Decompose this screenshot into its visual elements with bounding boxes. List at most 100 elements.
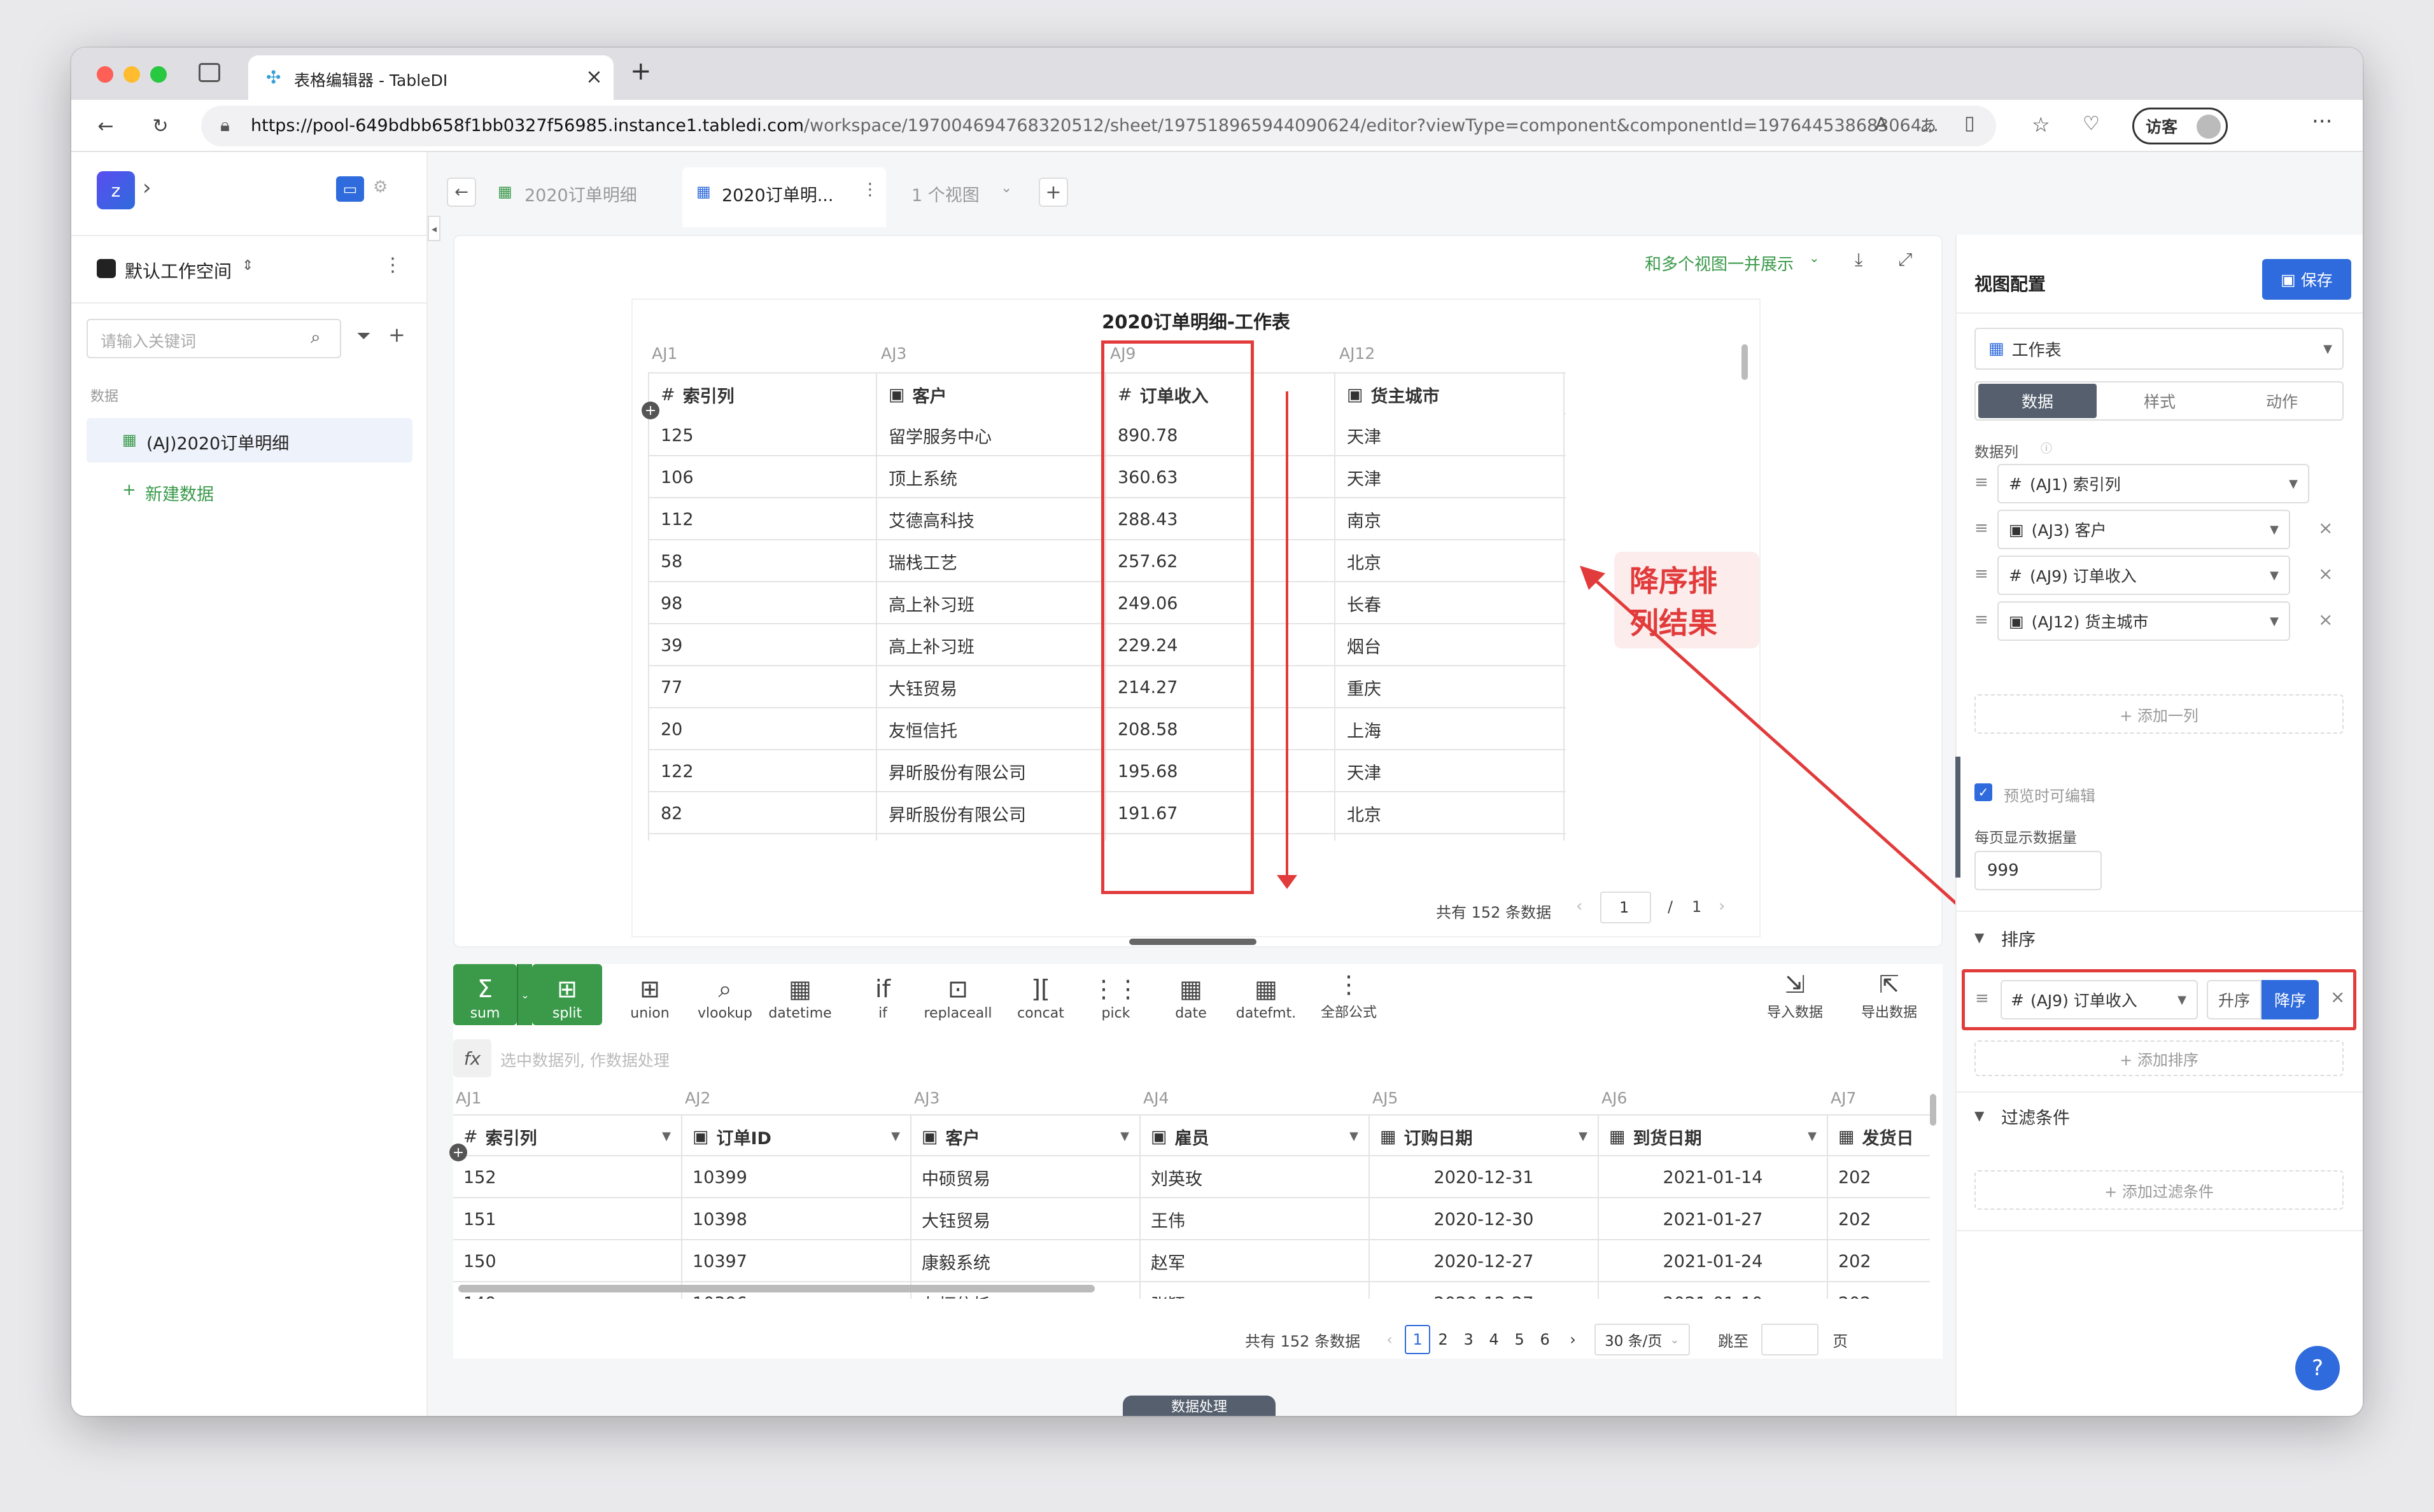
drag-handle-icon[interactable]: ≡: [1974, 610, 1988, 629]
filter-icon[interactable]: ⏷: [356, 325, 370, 347]
workspace-logo[interactable]: z: [97, 171, 135, 209]
sort-field-select[interactable]: # (AJ9) 订单收入 ▼: [2001, 980, 2198, 1019]
fullscreen-icon[interactable]: ⤢: [1898, 249, 1912, 270]
remove-column-icon[interactable]: ×: [2318, 609, 2333, 630]
add-view-button[interactable]: +: [1039, 178, 1068, 207]
tool-[interactable]: ⋮ 全部公式: [1314, 964, 1384, 1025]
expand-icon[interactable]: ›: [143, 175, 151, 200]
new-data-link[interactable]: 新建数据: [145, 480, 214, 505]
import-button[interactable]: ⇲ 导入数据: [1757, 964, 1833, 1025]
scrollbar[interactable]: [1741, 344, 1748, 380]
add-column-button[interactable]: + 添加一列: [1974, 694, 2344, 734]
resize-handle[interactable]: [1129, 939, 1256, 945]
column-header[interactable]: # 索引列: [648, 374, 877, 416]
column-select[interactable]: # (AJ1) 索引列 ▼: [1997, 464, 2309, 503]
column-header[interactable]: ▣ 雇员 ▼: [1141, 1116, 1370, 1158]
sidebar-item-data[interactable]: ▦ (AJ)2020订单明细: [87, 418, 412, 463]
search-input[interactable]: 请输入关键词 ⌕: [87, 319, 341, 358]
next-page-icon[interactable]: ›: [1560, 1325, 1586, 1354]
column-header[interactable]: ▣ 订单ID ▼: [682, 1116, 911, 1158]
remove-column-icon[interactable]: ×: [2318, 517, 2333, 538]
tab-more-icon[interactable]: ⋮: [862, 180, 878, 199]
column-header[interactable]: ▣ 客户 ▼: [911, 1116, 1141, 1158]
chevron-updown-icon[interactable]: ⇕: [242, 258, 253, 274]
tool-if[interactable]: if if: [848, 964, 918, 1025]
tool-date[interactable]: ▦ date: [1156, 964, 1226, 1025]
remove-column-icon[interactable]: ×: [2318, 563, 2333, 584]
column-select[interactable]: # (AJ9) 订单收入 ▼: [1997, 556, 2290, 595]
tab-action[interactable]: 动作: [2223, 384, 2341, 418]
horizontal-scrollbar[interactable]: [458, 1285, 1095, 1292]
tool-sum[interactable]: Σsum: [453, 964, 517, 1025]
tab-component[interactable]: ▦ 2020订单明... ⋮: [682, 167, 886, 227]
drag-handle-icon[interactable]: ≡: [1974, 564, 1988, 584]
collapse-caret-icon[interactable]: ▼: [1974, 1108, 1984, 1123]
tool-pick[interactable]: ⋮⋮ pick: [1081, 964, 1151, 1025]
tab-data[interactable]: 数据: [1978, 384, 2097, 418]
minimize-window-button[interactable]: [123, 66, 140, 83]
prev-page-icon[interactable]: ‹: [1377, 1325, 1402, 1354]
column-header[interactable]: ▣ 客户: [877, 374, 1106, 416]
per-page-input[interactable]: 999: [1974, 851, 2102, 890]
reload-icon[interactable]: ↻: [145, 111, 176, 141]
tool-union[interactable]: ⊞ union: [615, 964, 685, 1025]
drag-handle-icon[interactable]: ≡: [1974, 473, 1988, 492]
tool-vlookup[interactable]: ⌕ vlookup: [690, 964, 760, 1025]
caret-down-icon[interactable]: ▼: [891, 1130, 900, 1143]
download-icon[interactable]: ⤓: [1855, 249, 1862, 270]
add-row-icon[interactable]: +: [642, 402, 659, 419]
close-tab-icon[interactable]: ×: [586, 64, 603, 88]
profile-button[interactable]: 访客: [2132, 108, 2228, 144]
close-window-button[interactable]: [97, 66, 113, 83]
page-number[interactable]: 1: [1405, 1325, 1431, 1354]
search-icon[interactable]: ⌕: [311, 326, 321, 348]
tool-datetime[interactable]: ▦ datetime: [765, 964, 835, 1025]
component-type-select[interactable]: ▦ 工作表 ▼: [1974, 328, 2344, 370]
split-screen-icon[interactable]: ▯: [1964, 112, 1975, 134]
formula-input[interactable]: 选中数据列, 作数据处理: [500, 1048, 670, 1071]
maximize-window-button[interactable]: [150, 66, 167, 83]
help-button[interactable]: ?: [2295, 1346, 2340, 1390]
table-row[interactable]: 151 10398 大钰贸易 王伟 2020-12-30 2021-01-27 202: [453, 1198, 1930, 1240]
workspace-name[interactable]: 默认工作空间: [125, 258, 232, 283]
page-number[interactable]: 4: [1481, 1325, 1507, 1354]
more-icon[interactable]: ···: [2312, 109, 2332, 134]
drag-handle-icon[interactable]: ≡: [1974, 519, 1988, 538]
remove-sort-icon[interactable]: ×: [2330, 986, 2345, 1007]
editable-checkbox[interactable]: ✓: [1974, 783, 1992, 801]
back-button[interactable]: ←: [447, 178, 476, 207]
export-button[interactable]: ⇱ 导出数据: [1851, 964, 1927, 1025]
vertical-scrollbar[interactable]: [1930, 1094, 1936, 1126]
page-number[interactable]: 2: [1430, 1325, 1456, 1354]
column-header[interactable]: # 索引列 ▼: [453, 1116, 682, 1158]
settings-icon[interactable]: ⚙: [373, 178, 388, 197]
url-field[interactable]: 🔒︎ https://pool-649bdbb658f1bb0327f56985…: [201, 106, 1996, 146]
page-size-select[interactable]: 30 条/页 ⌄: [1594, 1324, 1691, 1355]
column-header[interactable]: ▦ 发货日: [1828, 1116, 1930, 1158]
column-header[interactable]: ▦ 到货日期 ▼: [1599, 1116, 1828, 1158]
column-header[interactable]: ▦ 订购日期 ▼: [1370, 1116, 1599, 1158]
tool-datefmt[interactable]: ▦ datefmt.: [1231, 964, 1301, 1025]
multi-view-toggle[interactable]: 和多个视图一并展示: [1645, 251, 1794, 275]
tab-sheet[interactable]: 2020订单明细: [524, 181, 637, 206]
save-button[interactable]: ▣ 保存: [2262, 259, 2351, 300]
caret-down-icon[interactable]: ▼: [1579, 1130, 1587, 1143]
column-header[interactable]: ▣ 货主城市: [1335, 374, 1565, 416]
back-icon[interactable]: ←: [90, 111, 121, 141]
sum-dropdown-icon[interactable]: ⌄: [517, 964, 532, 1025]
page-number[interactable]: 5: [1507, 1325, 1532, 1354]
tool-split[interactable]: ⊞ split: [532, 964, 602, 1025]
jump-input[interactable]: [1761, 1324, 1819, 1355]
drag-handle-icon[interactable]: ≡: [1975, 989, 1989, 1008]
tab-style[interactable]: 样式: [2100, 384, 2219, 418]
table-row[interactable]: 150 10397 康毅系统 赵军 2020-12-27 2021-01-24 202: [453, 1240, 1930, 1282]
sort-asc-button[interactable]: 升序: [2207, 980, 2262, 1019]
add-filter-button[interactable]: + 添加过滤条件: [1974, 1170, 2344, 1210]
tool-replaceall[interactable]: ⊡ replaceall: [923, 964, 993, 1025]
add-sort-button[interactable]: + 添加排序: [1974, 1040, 2344, 1076]
desktop-view-icon[interactable]: ▭: [336, 176, 364, 202]
add-row-icon[interactable]: +: [449, 1144, 467, 1161]
views-dropdown[interactable]: 1 个视图: [911, 181, 980, 206]
add-icon[interactable]: +: [388, 323, 405, 347]
extension-icon[interactable]: ♡: [2083, 113, 2100, 135]
